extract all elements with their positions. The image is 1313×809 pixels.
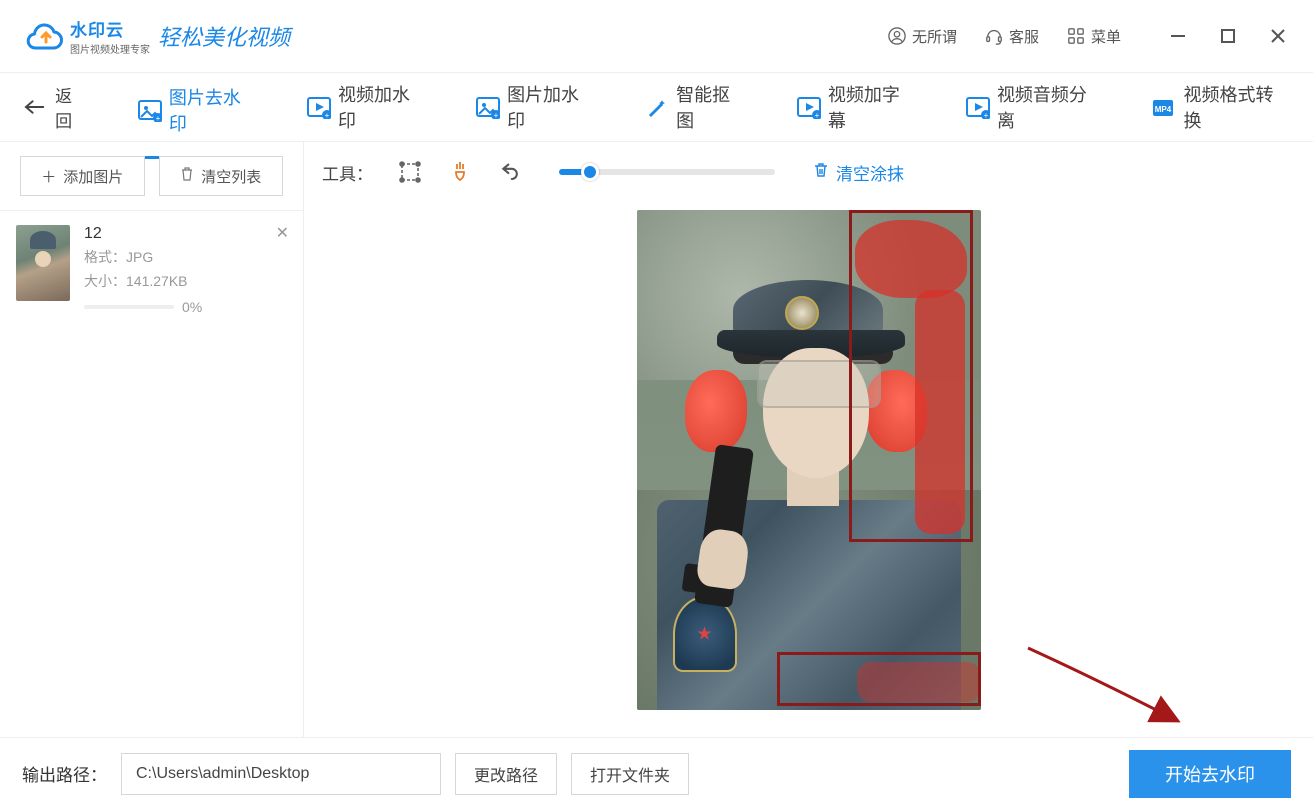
sidebar-button-row: ＋ 添加图片 清空列表 xyxy=(0,142,303,210)
user-icon xyxy=(888,27,906,45)
file-format: 格式：JPG xyxy=(84,247,202,267)
file-info: 12 格式：JPG 大小：141.27KB 0% xyxy=(84,225,202,315)
logo-icon xyxy=(24,16,64,56)
logo-text: 水印云 图片视频处理专家 xyxy=(70,16,150,56)
service-label: 客服 xyxy=(1009,26,1039,47)
svg-text:+: + xyxy=(984,111,989,119)
svg-text:MP4: MP4 xyxy=(1155,105,1172,114)
user-account-button[interactable]: 无所谓 xyxy=(888,26,957,47)
app-header: 水印云 图片视频处理专家 轻松美化视频 无所谓 客服 菜单 xyxy=(0,0,1313,72)
image-icon: + xyxy=(138,100,160,120)
file-progress: 0% xyxy=(84,299,202,315)
tab-label: 视频加字幕 xyxy=(828,81,914,133)
toolbar-label: 工具： xyxy=(322,160,373,185)
tab-video-audio-split[interactable]: + 视频音频分离 xyxy=(964,75,1103,139)
svg-text:+: + xyxy=(325,111,330,119)
sidebar: ＋ 添加图片 清空列表 12 格式：JPG 大小：141.27KB 0% xyxy=(0,142,304,737)
file-name: 12 xyxy=(84,225,202,243)
marquee-tool-button[interactable] xyxy=(397,159,423,185)
file-thumbnail xyxy=(16,225,70,301)
window-controls xyxy=(1167,25,1289,47)
undo-button[interactable] xyxy=(497,159,523,185)
output-path-label: 输出路径： xyxy=(22,761,107,786)
image-add-icon: + xyxy=(476,97,498,117)
slogan-text: 轻松美化视频 xyxy=(158,20,290,52)
clear-list-label: 清空列表 xyxy=(201,166,261,187)
tab-video-add-watermark[interactable]: + 视频加水印 xyxy=(305,75,426,139)
user-label: 无所谓 xyxy=(912,26,957,47)
progress-bar xyxy=(84,305,174,309)
canvas-area xyxy=(304,202,1313,737)
file-size: 大小：141.27KB xyxy=(84,271,202,291)
start-remove-watermark-button[interactable]: 开始去水印 xyxy=(1129,750,1291,798)
menu-label: 菜单 xyxy=(1091,26,1121,47)
add-image-label: 添加图片 xyxy=(63,166,123,187)
add-image-button[interactable]: ＋ 添加图片 xyxy=(20,156,145,196)
progress-percent: 0% xyxy=(182,299,202,315)
file-item[interactable]: 12 格式：JPG 大小：141.27KB 0% ✕ xyxy=(0,211,303,329)
menu-button[interactable]: 菜单 xyxy=(1067,26,1121,47)
clear-brush-button[interactable]: 清空涂抹 xyxy=(813,160,904,185)
tab-video-format-convert[interactable]: MP4 视频格式转换 xyxy=(1150,75,1289,139)
workspace: 工具： 清空涂抹 xyxy=(304,142,1313,737)
remove-file-button[interactable]: ✕ xyxy=(276,223,289,243)
svg-text:+: + xyxy=(494,111,499,119)
tab-label: 图片去水印 xyxy=(169,84,255,136)
customer-service-button[interactable]: 客服 xyxy=(985,26,1039,47)
video-icon: + xyxy=(307,97,329,117)
tab-image-add-watermark[interactable]: + 图片加水印 xyxy=(474,75,595,139)
clear-list-button[interactable]: 清空列表 xyxy=(159,156,284,196)
header-right: 无所谓 客服 菜单 xyxy=(888,25,1289,47)
footer: 输出路径： 更改路径 打开文件夹 开始去水印 xyxy=(0,737,1313,809)
file-list: 12 格式：JPG 大小：141.27KB 0% ✕ xyxy=(0,210,303,329)
logo-sub-label: 图片视频处理专家 xyxy=(70,41,150,56)
change-path-button[interactable]: 更改路径 xyxy=(455,753,557,795)
back-button[interactable]: 返回 xyxy=(24,82,88,132)
trash-icon xyxy=(180,167,194,185)
close-button[interactable] xyxy=(1267,25,1289,47)
svg-text:+: + xyxy=(815,111,820,119)
tab-label: 视频音频分离 xyxy=(997,81,1101,133)
output-path-input[interactable] xyxy=(121,753,441,795)
minimize-button[interactable] xyxy=(1167,25,1189,47)
plus-icon: ＋ xyxy=(41,166,56,187)
mp4-icon: MP4 xyxy=(1152,97,1174,117)
maximize-button[interactable] xyxy=(1217,25,1239,47)
tab-label: 智能抠图 xyxy=(676,81,745,133)
open-folder-button[interactable]: 打开文件夹 xyxy=(571,753,689,795)
magic-wand-icon xyxy=(645,97,667,117)
headset-icon xyxy=(985,27,1003,45)
body: ＋ 添加图片 清空列表 12 格式：JPG 大小：141.27KB 0% xyxy=(0,142,1313,737)
tab-label: 视频加水印 xyxy=(338,81,424,133)
canvas-image[interactable] xyxy=(637,210,981,710)
brush-tool-button[interactable] xyxy=(447,159,473,185)
grid-menu-icon xyxy=(1067,27,1085,45)
tab-smart-cutout[interactable]: 智能抠图 xyxy=(643,75,747,139)
slider-thumb[interactable] xyxy=(581,163,599,181)
tab-label: 视频格式转换 xyxy=(1183,81,1287,133)
selection-box[interactable] xyxy=(849,210,973,542)
video-audio-icon: + xyxy=(966,97,988,117)
annotation-arrow-icon xyxy=(1023,643,1193,733)
toolbar: 工具： 清空涂抹 xyxy=(304,142,1313,202)
video-subtitle-icon: + xyxy=(797,97,819,117)
clear-brush-label: 清空涂抹 xyxy=(836,160,904,185)
tab-label: 图片加水印 xyxy=(507,81,593,133)
main-tabs: 返回 + 图片去水印 + 视频加水印 + 图片加水印 智能抠图 + 视频加字幕 … xyxy=(0,72,1313,142)
logo-main-label: 水印云 xyxy=(70,16,150,41)
logo-area: 水印云 图片视频处理专家 轻松美化视频 xyxy=(24,16,290,56)
brush-size-slider[interactable] xyxy=(559,169,775,175)
trash-icon xyxy=(813,162,829,183)
tab-video-subtitle[interactable]: + 视频加字幕 xyxy=(795,75,916,139)
svg-text:+: + xyxy=(156,114,161,122)
back-label: 返回 xyxy=(55,82,88,132)
selection-box[interactable] xyxy=(777,652,981,706)
